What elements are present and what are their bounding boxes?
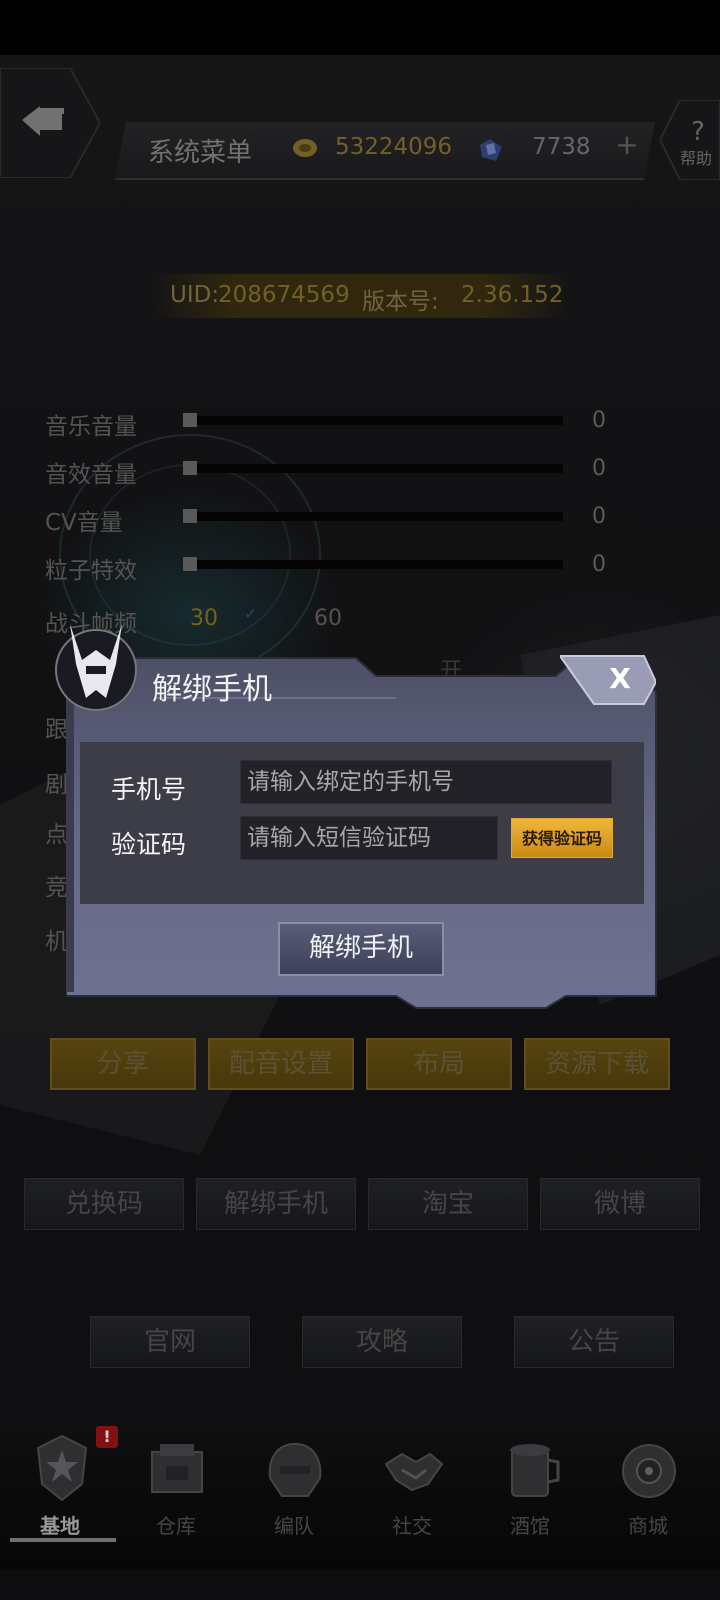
dialog-title: 解绑手机 xyxy=(152,672,272,707)
get-code-button[interactable]: 获得验证码 xyxy=(511,818,613,858)
close-icon: X xyxy=(558,655,658,705)
phone-input[interactable] xyxy=(240,760,612,804)
phone-label: 手机号 xyxy=(111,775,187,804)
avatar xyxy=(50,620,142,712)
code-input[interactable] xyxy=(240,816,498,860)
unbind-phone-button[interactable]: 解绑手机 xyxy=(278,922,444,976)
close-button[interactable]: X xyxy=(558,652,658,708)
code-label: 验证码 xyxy=(111,830,187,859)
svg-text:X: X xyxy=(609,662,631,695)
mech-emblem-icon xyxy=(55,624,137,711)
